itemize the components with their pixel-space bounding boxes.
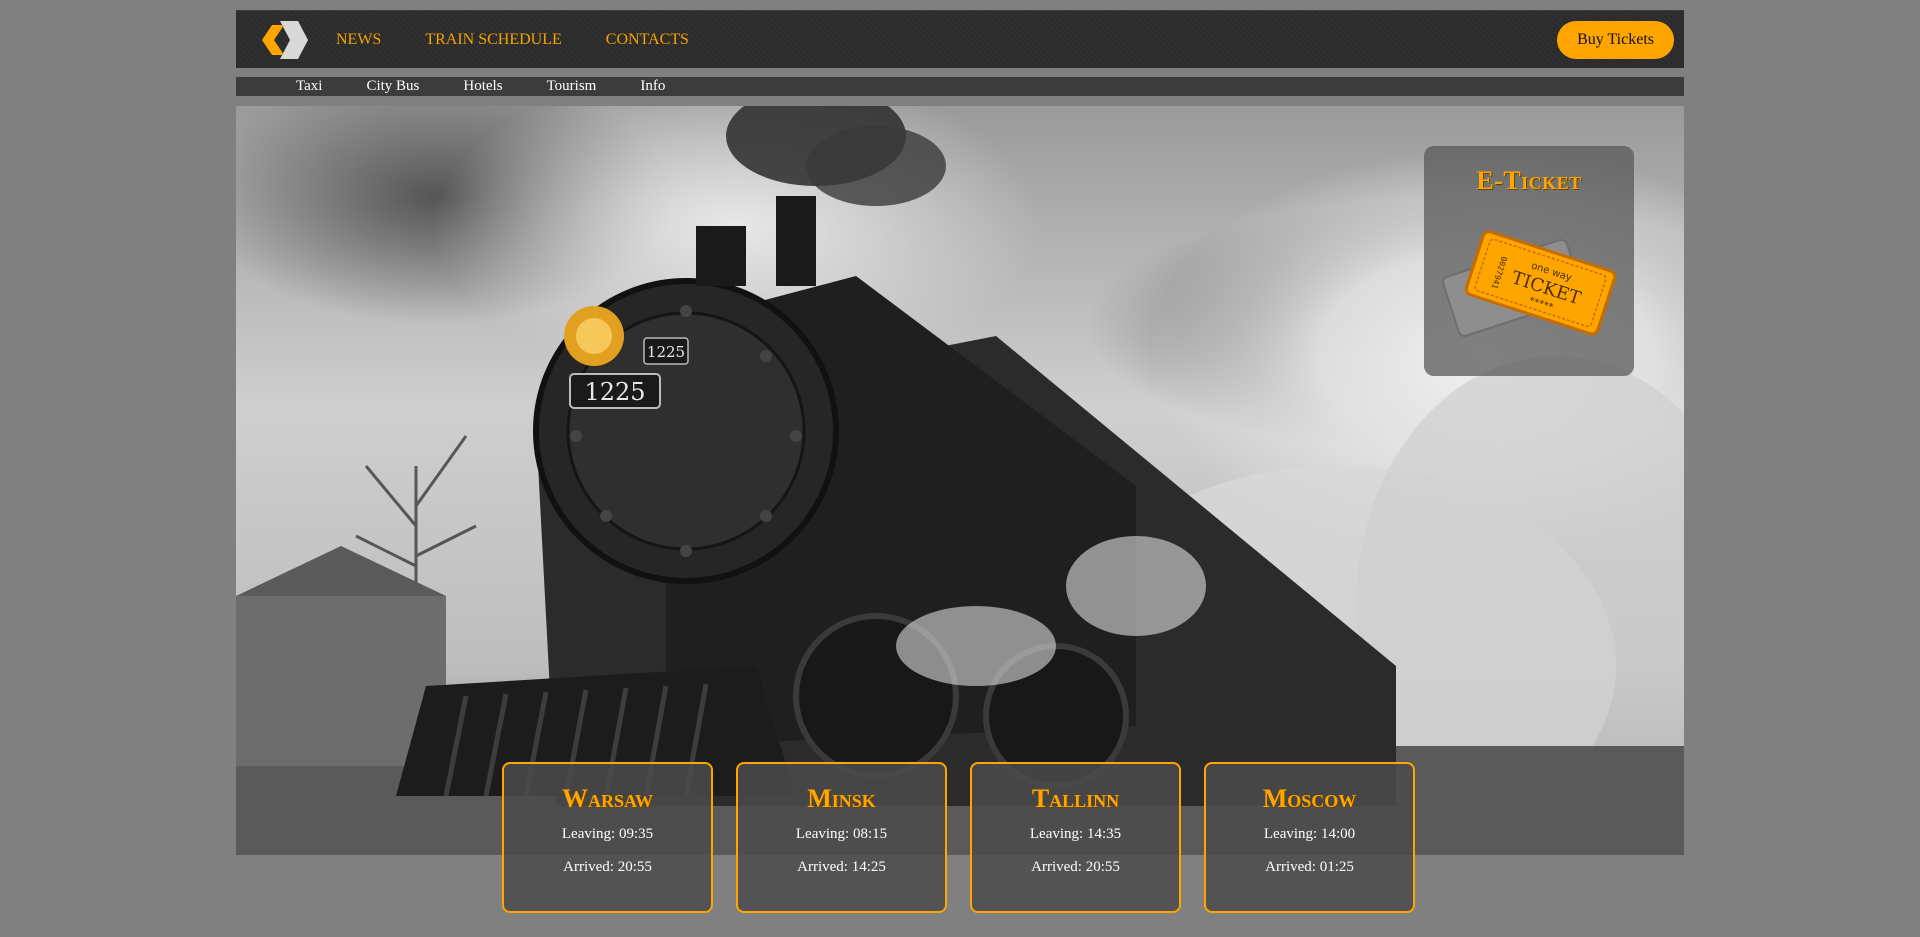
leaving-time: Leaving: 14:00 — [1263, 826, 1356, 842]
e-ticket-panel[interactable]: E-Ticket one way TICKET ***** 0027941 — [1424, 146, 1634, 376]
sub-nav: Taxi City Bus Hotels Tourism Info — [236, 77, 1684, 96]
leaving-time: Leaving: 09:35 — [561, 826, 654, 842]
subnav-taxi[interactable]: Taxi — [296, 77, 322, 96]
nav-train-schedule[interactable]: TRAIN SCHEDULE — [425, 31, 561, 49]
leaving-time: Leaving: 14:35 — [1029, 826, 1122, 842]
nav-contacts[interactable]: CONTACTS — [606, 31, 689, 49]
ticket-icon: one way TICKET ***** 0027941 — [1442, 230, 1617, 337]
destination-card-tallinn[interactable]: Tallinn Leaving: 14:35 Arrived: 20:55 — [970, 762, 1181, 913]
destination-card-warsaw[interactable]: Warsaw Leaving: 09:35 Arrived: 20:55 — [502, 762, 713, 913]
chevron-logo-icon[interactable] — [254, 19, 308, 61]
nav-news[interactable]: NEWS — [336, 31, 381, 49]
arrived-time: Arrived: 20:55 — [1031, 859, 1120, 875]
destination-card-minsk[interactable]: Minsk Leaving: 08:15 Arrived: 14:25 — [736, 762, 947, 913]
destination-city: Warsaw — [561, 784, 653, 813]
buy-tickets-button[interactable]: Buy Tickets — [1557, 21, 1674, 59]
subnav-info[interactable]: Info — [640, 77, 665, 96]
leaving-time: Leaving: 08:15 — [795, 826, 888, 842]
e-ticket-title: E-Ticket — [1476, 166, 1582, 195]
locomotive-number: 1225 — [584, 378, 645, 406]
page-wrapper: NEWS TRAIN SCHEDULE CONTACTS Buy Tickets… — [236, 10, 1684, 855]
main-nav: NEWS TRAIN SCHEDULE CONTACTS — [336, 11, 733, 68]
destination-city: Moscow — [1262, 784, 1357, 813]
arrived-time: Arrived: 14:25 — [797, 859, 886, 875]
arrived-time: Arrived: 01:25 — [1265, 859, 1354, 875]
destination-city: Minsk — [807, 784, 876, 813]
subnav-tourism[interactable]: Tourism — [547, 77, 597, 96]
subnav-city-bus[interactable]: City Bus — [366, 77, 419, 96]
destination-city: Tallinn — [1031, 784, 1120, 813]
subnav-hotels[interactable]: Hotels — [463, 77, 502, 96]
destination-cards: Warsaw Leaving: 09:35 Arrived: 20:55 Min… — [502, 762, 1438, 913]
destination-card-moscow[interactable]: Moscow Leaving: 14:00 Arrived: 01:25 — [1204, 762, 1415, 913]
top-header: NEWS TRAIN SCHEDULE CONTACTS Buy Tickets — [236, 10, 1684, 68]
hero-banner: 1225 1225 E-Ticket one way TICKET ***** … — [236, 106, 1684, 855]
locomotive-side-number: 1225 — [647, 343, 685, 361]
arrived-time: Arrived: 20:55 — [563, 859, 652, 875]
